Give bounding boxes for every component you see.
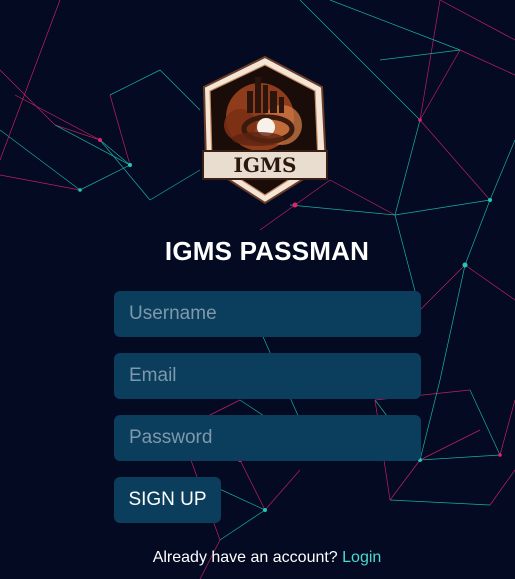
username-input[interactable]	[114, 291, 421, 337]
email-input[interactable]	[114, 353, 421, 399]
app-title: IGMS PASSMAN	[164, 236, 370, 266]
password-input[interactable]	[114, 415, 421, 461]
login-prompt-text: Already have an account?	[152, 549, 338, 566]
login-prompt: Already have an account? Login	[0, 549, 515, 567]
igms-logo: IGMS	[202, 55, 328, 205]
login-link[interactable]: Login	[342, 549, 381, 566]
sign-up-button[interactable]: SIGN UP	[114, 477, 221, 523]
svg-text:IGMS: IGMS	[233, 153, 296, 177]
signup-page: IGMS IGMS PASSMAN SIGN UP Already have a…	[0, 0, 515, 579]
